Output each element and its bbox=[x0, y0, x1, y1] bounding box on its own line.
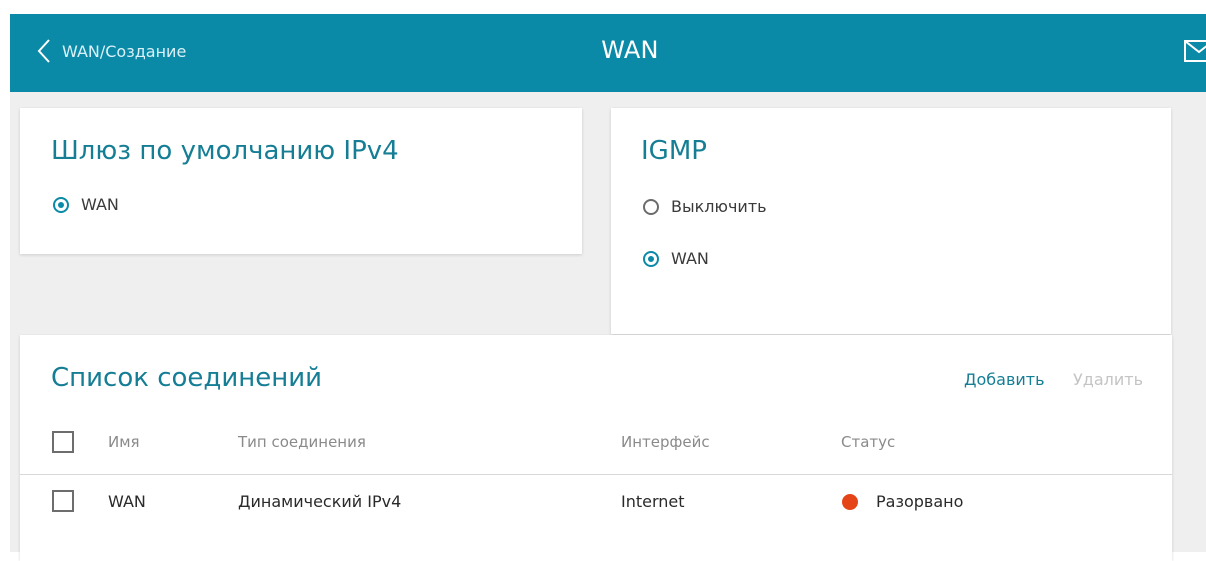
content-area: Шлюз по умолчанию IPv4 WAN IGMP Выключит… bbox=[10, 92, 1206, 561]
page-title: WAN bbox=[601, 36, 659, 64]
column-header-status: Статус bbox=[841, 433, 896, 451]
row-name: WAN bbox=[108, 492, 146, 511]
chevron-left-icon bbox=[37, 39, 50, 63]
gateway-option-label: WAN bbox=[81, 195, 119, 214]
connections-card: Список соединений Добавить Удалить Имя Т… bbox=[20, 335, 1172, 561]
igmp-card: IGMP Выключить WAN bbox=[611, 108, 1171, 334]
mail-icon[interactable] bbox=[1184, 40, 1206, 62]
column-header-name: Имя bbox=[108, 433, 140, 451]
igmp-option-wan[interactable]: WAN bbox=[643, 249, 709, 268]
gateway-card-title: Шлюз по умолчанию IPv4 bbox=[51, 136, 399, 166]
back-button[interactable]: WAN/Создание bbox=[36, 34, 186, 68]
connections-card-title: Список соединений bbox=[51, 363, 323, 393]
add-button[interactable]: Добавить bbox=[964, 370, 1045, 389]
igmp-option-off[interactable]: Выключить bbox=[643, 197, 767, 216]
column-header-interface: Интерфейс bbox=[621, 433, 710, 451]
row-status: Разорвано bbox=[876, 492, 964, 511]
breadcrumb-label: WAN/Создание bbox=[62, 41, 187, 61]
select-all-checkbox[interactable] bbox=[52, 431, 74, 453]
radio-button-checked[interactable] bbox=[53, 196, 69, 213]
igmp-option-label: WAN bbox=[671, 249, 709, 268]
row-connection-type: Динамический IPv4 bbox=[238, 492, 402, 511]
gateway-card: Шлюз по умолчанию IPv4 WAN bbox=[20, 108, 582, 254]
row-interface: Internet bbox=[621, 492, 685, 511]
column-header-type: Тип соединения bbox=[238, 433, 366, 451]
gateway-option-wan[interactable]: WAN bbox=[53, 195, 119, 214]
delete-button[interactable]: Удалить bbox=[1073, 370, 1143, 389]
radio-button-unchecked[interactable] bbox=[643, 198, 659, 215]
radio-button-checked[interactable] bbox=[643, 250, 659, 267]
igmp-option-label: Выключить bbox=[671, 197, 767, 216]
table-row[interactable]: WAN Динамический IPv4 Internet Разорвано bbox=[20, 475, 1172, 531]
igmp-card-title: IGMP bbox=[641, 136, 707, 166]
top-bar: WAN/Создание WAN bbox=[10, 14, 1206, 92]
row-checkbox[interactable] bbox=[52, 490, 74, 512]
status-dot-icon bbox=[842, 494, 858, 510]
